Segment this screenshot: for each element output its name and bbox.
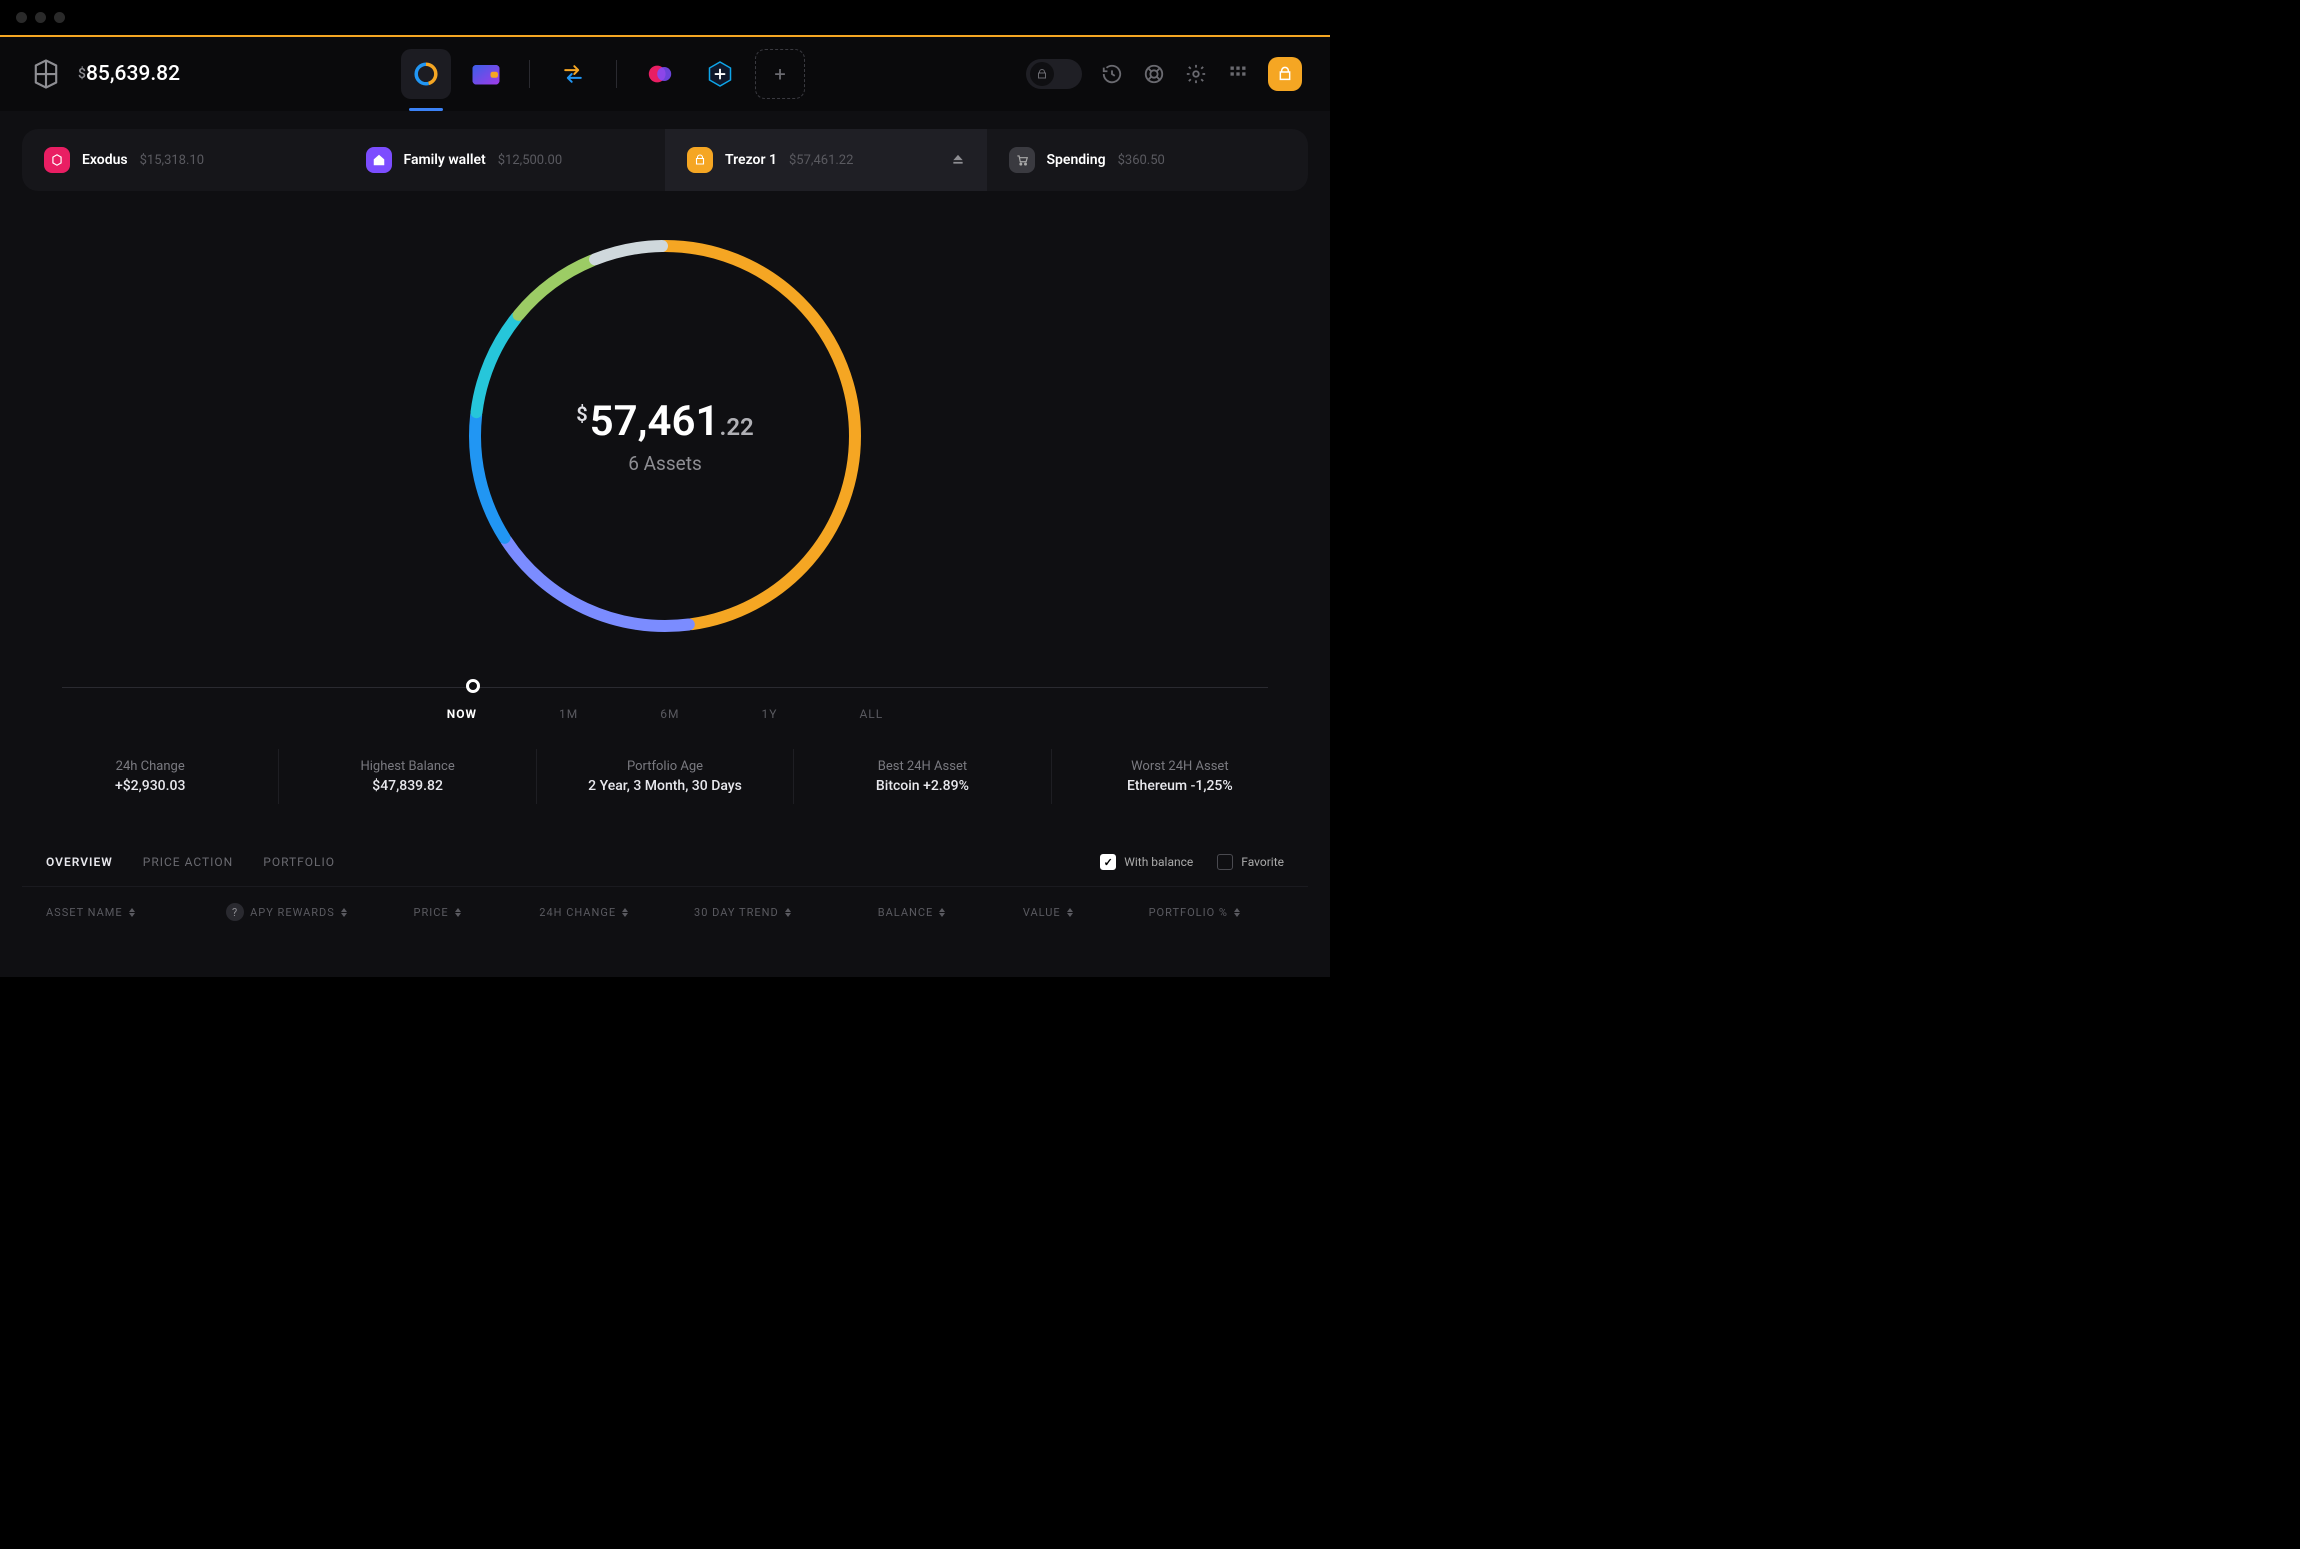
- column-asset-name[interactable]: ASSET NAME: [46, 903, 220, 921]
- app-logo-icon[interactable]: [28, 56, 64, 92]
- assets-count: 6 Assets: [576, 452, 754, 475]
- wallet-tab-family[interactable]: Family wallet $12,500.00: [344, 129, 666, 191]
- sort-icon: [341, 908, 347, 917]
- column-24h-change[interactable]: 24H CHANGE: [539, 903, 694, 921]
- column-value[interactable]: VALUE: [1023, 903, 1149, 921]
- history-icon[interactable]: [1100, 62, 1124, 86]
- stat-value: 2 Year, 3 Month, 30 Days: [537, 778, 793, 794]
- checkbox-icon: [1100, 854, 1116, 870]
- timeline-now[interactable]: NOW: [447, 707, 477, 721]
- column-balance[interactable]: BALANCE: [878, 903, 1023, 921]
- sort-icon: [455, 908, 461, 917]
- cart-icon: [1009, 147, 1035, 173]
- nav-add-asset[interactable]: [695, 49, 745, 99]
- stat-value: Bitcoin +2.89%: [794, 778, 1050, 794]
- settings-icon[interactable]: [1184, 62, 1208, 86]
- timeline-1m[interactable]: 1M: [559, 707, 578, 721]
- portfolio-donut-chart: $57,461.22 6 Assets: [450, 221, 880, 651]
- window-minimize-dot[interactable]: [35, 12, 46, 23]
- window-maximize-dot[interactable]: [54, 12, 65, 23]
- stat-label: Portfolio Age: [537, 759, 793, 774]
- tab-portfolio[interactable]: PORTFOLIO: [263, 855, 335, 869]
- nav-divider: [529, 60, 530, 88]
- window-controls: [0, 0, 1330, 35]
- lock-toggle[interactable]: [1026, 59, 1082, 89]
- wallet-tab-trezor[interactable]: Trezor 1 $57,461.22: [665, 129, 987, 191]
- stats-row: 24h Change +$2,930.03Highest Balance $47,8…: [22, 749, 1308, 804]
- stat-label: 24h Change: [22, 759, 278, 774]
- tab-overview[interactable]: OVERVIEW: [46, 855, 113, 869]
- wallet-amount: $12,500.00: [498, 153, 562, 168]
- help-icon[interactable]: ?: [226, 903, 244, 921]
- stat-block: 24h Change +$2,930.03: [22, 749, 279, 804]
- timeline: NOW 1M 6M 1Y ALL: [22, 679, 1308, 721]
- tab-price-action[interactable]: PRICE ACTION: [143, 855, 233, 869]
- table-tabs: OVERVIEW PRICE ACTION PORTFOLIO With bal…: [22, 854, 1308, 887]
- portfolio-amount: $57,461.22: [576, 397, 754, 446]
- wallet-amount: $15,318.10: [140, 153, 204, 168]
- nav-wallet[interactable]: [461, 49, 511, 99]
- wallet-name: Trezor 1: [725, 152, 777, 168]
- stat-value: +$2,930.03: [22, 778, 278, 794]
- sort-icon: [1234, 908, 1240, 917]
- table-header: ASSET NAME ? APY REWARDS PRICE 24H CHANG…: [22, 887, 1308, 937]
- stat-block: Best 24H Asset Bitcoin +2.89%: [794, 749, 1051, 804]
- stat-label: Worst 24H Asset: [1052, 759, 1308, 774]
- stat-value: Ethereum -1,25%: [1052, 778, 1308, 794]
- stat-label: Best 24H Asset: [794, 759, 1050, 774]
- sort-icon: [785, 908, 791, 917]
- checkbox-icon: [1217, 854, 1233, 870]
- stat-block: Portfolio Age 2 Year, 3 Month, 30 Days: [537, 749, 794, 804]
- nav-divider: [616, 60, 617, 88]
- home-icon: [366, 147, 392, 173]
- exodus-icon: [44, 147, 70, 173]
- stat-block: Highest Balance $47,839.82: [279, 749, 536, 804]
- timeline-1y[interactable]: 1Y: [762, 707, 778, 721]
- stat-label: Highest Balance: [279, 759, 535, 774]
- wallet-name: Family wallet: [404, 152, 486, 168]
- filter-with-balance[interactable]: With balance: [1100, 854, 1193, 870]
- wallet-name: Exodus: [82, 152, 128, 168]
- wallet-name: Spending: [1047, 152, 1106, 168]
- filter-favorite[interactable]: Favorite: [1217, 854, 1284, 870]
- nav-portfolio[interactable]: [401, 49, 451, 99]
- nav-center: +: [180, 49, 1026, 99]
- stat-value: $47,839.82: [279, 778, 535, 794]
- column-price[interactable]: PRICE: [414, 903, 540, 921]
- wallet-tabs: Exodus $15,318.10 Family wallet $12,500.…: [22, 129, 1308, 191]
- column-apy-rewards[interactable]: ? APY REWARDS: [220, 903, 413, 921]
- grid-icon[interactable]: [1226, 62, 1250, 86]
- timeline-6m[interactable]: 6M: [660, 707, 679, 721]
- sort-icon: [129, 908, 135, 917]
- column-portfolio-%[interactable]: PORTFOLIO %: [1149, 903, 1284, 921]
- trezor-icon: [687, 147, 713, 173]
- wallet-amount: $57,461.22: [789, 153, 853, 168]
- timeline-all[interactable]: ALL: [859, 707, 883, 721]
- sort-icon: [939, 908, 945, 917]
- nav-add-button[interactable]: +: [755, 49, 805, 99]
- wallet-tab-exodus[interactable]: Exodus $15,318.10: [22, 129, 344, 191]
- sort-icon: [622, 908, 628, 917]
- topbar: $85,639.82 +: [0, 37, 1330, 111]
- total-balance: $85,639.82: [78, 62, 180, 86]
- wallet-amount: $360.50: [1118, 153, 1165, 168]
- support-icon[interactable]: [1142, 62, 1166, 86]
- wallet-tab-spending[interactable]: Spending $360.50: [987, 129, 1309, 191]
- column-30-day-trend[interactable]: 30 DAY TREND: [694, 903, 878, 921]
- nav-apps[interactable]: [635, 49, 685, 99]
- nav-swap[interactable]: [548, 49, 598, 99]
- sort-icon: [1067, 908, 1073, 917]
- trezor-badge-icon[interactable]: [1268, 57, 1302, 91]
- eject-icon[interactable]: [951, 151, 965, 170]
- stat-block: Worst 24H Asset Ethereum -1,25%: [1052, 749, 1308, 804]
- window-close-dot[interactable]: [16, 12, 27, 23]
